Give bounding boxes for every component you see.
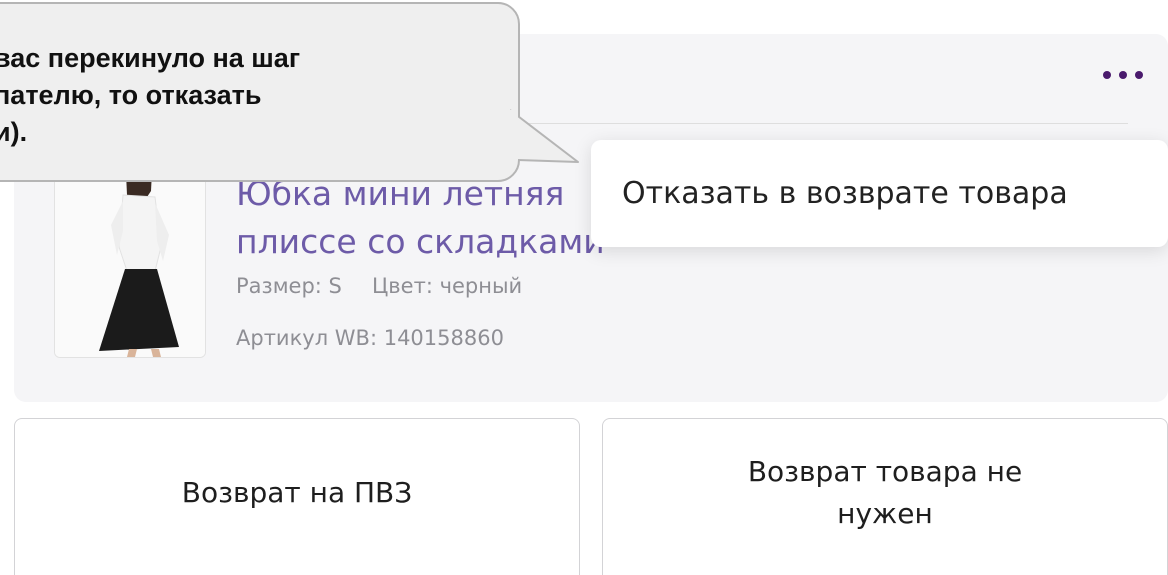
product-color: Цвет: черный — [372, 274, 523, 298]
return-not-needed-button[interactable]: Возврат товара не нужен — [602, 418, 1168, 575]
refuse-return-menu-item[interactable]: Отказать в возврате товара — [622, 176, 1068, 211]
hint-line: пателю, то отказать — [0, 80, 262, 110]
return-not-needed-label: Возврат товара не нужен — [747, 455, 1023, 530]
hint-line: и). — [0, 117, 28, 147]
dot — [1103, 71, 1111, 79]
product-sku: Артикул WB: 140158860 — [236, 326, 504, 350]
hint-text: вас перекинуло на шаг пателю, то отказат… — [0, 40, 534, 151]
product-title-link[interactable]: Юбка мини летняя плиссе со складками — [236, 170, 636, 266]
return-to-pickup-label: Возврат на ПВЗ — [181, 476, 413, 509]
return-request-screen: Юбка мини летняя плиссе со складками Раз… — [0, 0, 1168, 575]
dot — [1135, 71, 1143, 79]
product-size: Размер: S — [236, 274, 342, 298]
hint-line: вас перекинуло на шаг — [0, 43, 301, 73]
dot — [1119, 71, 1127, 79]
actions-dropdown: Отказать в возврате товара — [591, 140, 1168, 247]
more-dots-icon[interactable] — [1103, 60, 1143, 90]
return-to-pickup-button[interactable]: Возврат на ПВЗ — [14, 418, 580, 575]
